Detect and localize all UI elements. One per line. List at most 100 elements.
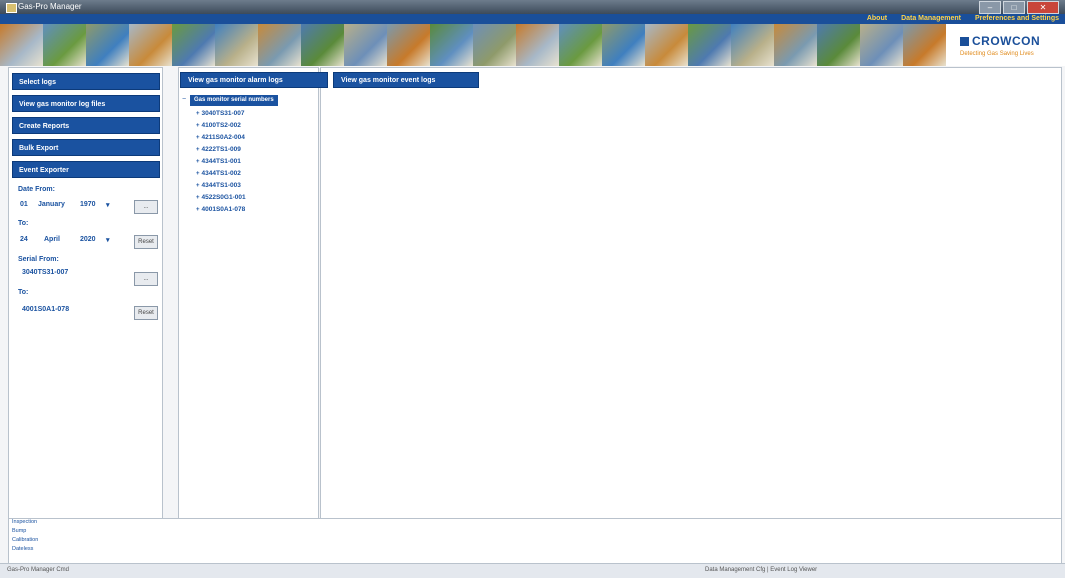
view-log-files-button[interactable]: View gas monitor log files	[12, 95, 160, 112]
date-from-label: Date From:	[18, 186, 55, 193]
tree-collapse-icon[interactable]: −	[182, 96, 186, 103]
expand-icon[interactable]: +	[196, 207, 200, 213]
serial-reset-button[interactable]: Reset	[134, 306, 158, 320]
serial-to-label: To:	[18, 289, 29, 296]
banner-photo-tile	[903, 24, 946, 66]
tree-item-label: 4344TS1-001	[201, 158, 241, 165]
banner-photo-tile	[387, 24, 430, 66]
status-list: Inspection Bump Calibration Dateless	[9, 518, 159, 561]
banner-photo-tile	[645, 24, 688, 66]
date-to-month[interactable]: April	[44, 236, 60, 243]
event-exporter-button[interactable]: Event Exporter	[12, 161, 160, 178]
banner-photo-tile	[258, 24, 301, 66]
status-item[interactable]: Bump	[9, 527, 159, 536]
expand-icon[interactable]: +	[196, 195, 200, 201]
tree-item-label: 4344TS1-003	[201, 182, 241, 189]
logo-name: CROWCON	[972, 34, 1041, 48]
tree-item[interactable]: +4344TS1-002	[196, 168, 241, 180]
banner-photo-tile	[344, 24, 387, 66]
alarm-logs-header[interactable]: View gas monitor alarm logs	[180, 72, 328, 88]
date-from-month[interactable]: January	[38, 201, 65, 208]
banner-photo-tile	[688, 24, 731, 66]
status-item[interactable]: Inspection	[9, 518, 159, 527]
banner-photo-tile	[301, 24, 344, 66]
expand-icon[interactable]: +	[196, 171, 200, 177]
tree-item[interactable]: +4211S0A2-004	[196, 132, 245, 144]
status-bar-left: Gas-Pro Manager Cmd	[7, 567, 70, 573]
banner-photo-tile	[774, 24, 817, 66]
banner-photo-tile	[43, 24, 86, 66]
tree-item-label: 4001S0A1-078	[201, 206, 246, 213]
tree-item[interactable]: +4222TS1-009	[196, 144, 241, 156]
tree-item[interactable]: +4100TS2-002	[196, 120, 241, 132]
tree-item[interactable]: +4522S0G1-001	[196, 192, 246, 204]
date-to-dropdown-icon[interactable]: ▾	[106, 236, 110, 244]
date-from-dropdown-icon[interactable]: ▾	[106, 201, 110, 209]
tree-item[interactable]: +3040TS31-007	[196, 108, 245, 120]
banner-photo-tile	[817, 24, 860, 66]
logo-tagline: Detecting Gas Saving Lives	[960, 51, 1034, 57]
tree-item[interactable]: +4344TS1-001	[196, 156, 241, 168]
minimize-button[interactable]: –	[979, 1, 1001, 14]
tree-item-label: 3040TS31-007	[201, 110, 245, 117]
expand-icon[interactable]: +	[196, 135, 200, 141]
event-log-panel	[320, 67, 1062, 519]
close-button[interactable]: ✕	[1027, 1, 1059, 14]
status-bar: Gas-Pro Manager Cmd Data Management Cfg …	[0, 563, 1065, 578]
logo-mark	[960, 37, 969, 46]
expand-icon[interactable]: +	[196, 111, 200, 117]
expand-icon[interactable]: +	[196, 147, 200, 153]
menu-preferences[interactable]: Preferences and Settings	[975, 14, 1059, 24]
date-reset-button[interactable]: Reset	[134, 235, 158, 249]
title-bar: Gas-Pro Manager – □ ✕	[0, 0, 1065, 14]
bulk-export-button[interactable]: Bulk Export	[12, 139, 160, 156]
tree-item[interactable]: +4344TS1-003	[196, 180, 241, 192]
serial-from-picker-button[interactable]: ...	[134, 272, 158, 286]
tree-item-label: 4100TS2-002	[201, 122, 241, 129]
menu-bar: About Data Management Preferences and Se…	[0, 14, 1065, 24]
banner-photo-tile	[129, 24, 172, 66]
expand-icon[interactable]: +	[196, 183, 200, 189]
serial-to-value[interactable]: 4001S0A1-078	[22, 306, 69, 313]
maximize-button[interactable]: □	[1003, 1, 1025, 14]
expand-icon[interactable]: +	[196, 123, 200, 129]
serial-from-label: Serial From:	[18, 256, 59, 263]
banner-photo-tile	[0, 24, 43, 66]
date-to-year[interactable]: 2020	[80, 236, 96, 243]
banner-photo-tile	[430, 24, 473, 66]
logo-tagline-b: Saving Lives	[999, 51, 1034, 57]
menu-data-management[interactable]: Data Management	[901, 14, 961, 24]
serial-from-value[interactable]: 3040TS31-007	[22, 269, 68, 276]
tree-item-label: 4344TS1-002	[201, 170, 241, 177]
tree-item[interactable]: +4001S0A1-078	[196, 204, 245, 216]
app-icon	[6, 3, 17, 13]
create-reports-button[interactable]: Create Reports	[12, 117, 160, 134]
event-logs-header[interactable]: View gas monitor event logs	[333, 72, 479, 88]
status-item[interactable]: Dateless	[9, 545, 159, 554]
date-to-label: To:	[18, 220, 29, 227]
banner-photo-tile	[215, 24, 258, 66]
tree-item-label: 4522S0G1-001	[201, 194, 246, 201]
banner-photo-tile	[473, 24, 516, 66]
banner-photo-tile	[731, 24, 774, 66]
date-from-year[interactable]: 1970	[80, 201, 96, 208]
status-bar-mid: Data Management Cfg | Event Log Viewer	[705, 567, 818, 573]
banner-photo-tile	[860, 24, 903, 66]
date-from-picker-button[interactable]: ...	[134, 200, 158, 214]
tree-item-label: 4222TS1-009	[201, 146, 241, 153]
logo-tagline-a: Detecting Gas	[960, 51, 999, 57]
select-logs-button[interactable]: Select logs	[12, 73, 160, 90]
banner-photo-tile	[86, 24, 129, 66]
banner-photo-tile	[602, 24, 645, 66]
banner-photo-tile	[172, 24, 215, 66]
date-to-day[interactable]: 24	[20, 236, 28, 243]
bottom-log-panel	[8, 518, 1062, 564]
status-item[interactable]: Calibration	[9, 536, 159, 545]
date-from-day[interactable]: 01	[20, 201, 28, 208]
expand-icon[interactable]: +	[196, 159, 200, 165]
menu-about[interactable]: About	[867, 14, 887, 24]
banner-photo-tile	[559, 24, 602, 66]
tree-root-serial-numbers[interactable]: Gas monitor serial numbers	[190, 95, 278, 106]
header-banner	[0, 24, 1065, 66]
window-title: Gas-Pro Manager	[18, 2, 82, 11]
